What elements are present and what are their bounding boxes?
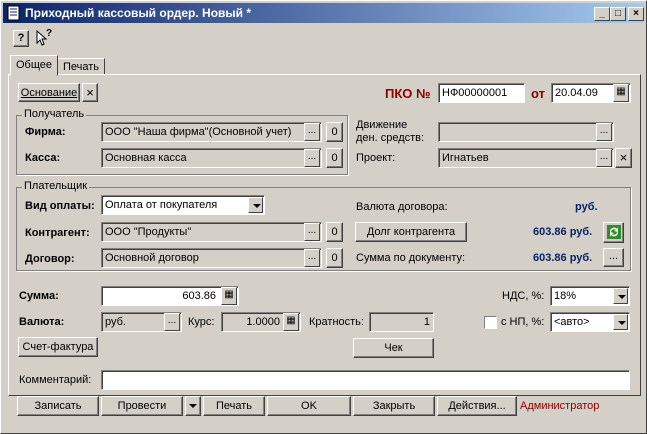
date-from-label: от (531, 86, 545, 101)
debt-value: 603.86 руб. (533, 226, 593, 238)
chevron-down-icon[interactable] (613, 314, 628, 330)
pko-label: ПКО № (385, 86, 431, 101)
counterparty-label: Контрагент: (25, 227, 90, 239)
contract-select-button[interactable]: ... (304, 249, 320, 267)
recipient-group-title: Получатель (22, 108, 87, 120)
payer-group-title: Плательщик (22, 180, 90, 192)
print-button[interactable]: Печать (203, 396, 265, 416)
paytype-select[interactable]: Оплата от покупателя (101, 195, 265, 215)
document-icon (7, 5, 20, 21)
minimize-button[interactable]: _ (594, 7, 610, 21)
firm-field[interactable]: ООО "Наша фирма"(Основной учет) ... (101, 122, 322, 142)
refresh-icon[interactable] (603, 222, 624, 243)
tab-general[interactable]: Общее (10, 55, 59, 76)
tab-print[interactable]: Печать (57, 58, 106, 75)
paytype-label: Вид оплаты: (25, 200, 95, 212)
document-window: Приходный кассовый ордер. Новый * _ □ × … (0, 0, 647, 434)
counterparty-open-button[interactable]: 0 (326, 222, 343, 242)
paytype-value: Оплата от покупателя (105, 199, 218, 211)
currency-field[interactable]: руб. ... (101, 312, 182, 332)
counterparty-select-button[interactable]: ... (304, 223, 320, 241)
cash-value: Основная касса (105, 152, 187, 164)
window-title: Приходный кассовый ордер. Новый * (25, 6, 252, 20)
cash-open-button[interactable]: 0 (326, 148, 343, 168)
counterparty-value: ООО "Продукты" (105, 226, 192, 238)
multiplicity-field[interactable]: 1 (369, 312, 434, 332)
rate-field[interactable]: 1.0000 ▦ (221, 312, 301, 332)
post-menu-button[interactable] (185, 396, 201, 416)
project-clear-button[interactable]: × (615, 148, 632, 168)
help-icon[interactable]: ? (13, 30, 29, 47)
chevron-down-icon[interactable] (613, 288, 628, 304)
currency-select-button[interactable]: ... (164, 313, 180, 331)
firm-select-button[interactable]: ... (304, 123, 320, 141)
firm-value: ООО "Наша фирма"(Основной учет) (105, 126, 292, 138)
sum-label: Сумма: (19, 290, 59, 302)
calendar-icon[interactable]: ▦ (613, 84, 629, 102)
pko-date-field[interactable]: 20.04.09 ▦ (551, 83, 631, 103)
comment-label: Комментарий: (19, 374, 92, 386)
doc-sum-label: Сумма по документу: (356, 252, 466, 264)
basis-button[interactable]: Основание (18, 83, 80, 102)
firm-open-button[interactable]: 0 (326, 122, 343, 142)
title-bar[interactable]: Приходный кассовый ордер. Новый * _ □ × (3, 3, 644, 23)
contract-label: Договор: (25, 253, 75, 265)
pko-date-value: 20.04.09 (555, 87, 598, 99)
firm-label: Фирма: (25, 126, 66, 138)
contract-currency-label: Валюта договора: (356, 201, 448, 213)
sales-tax-select[interactable]: <авто> (550, 312, 630, 332)
movement-field[interactable]: ... (438, 122, 614, 142)
multiplicity-label: Кратность: (309, 316, 364, 328)
close-window-button[interactable]: × (628, 7, 644, 21)
sales-tax-label: с НП, %: (501, 316, 545, 328)
counterparty-debt-button[interactable]: Долг контрагента (355, 222, 467, 242)
doc-sum-dots-button[interactable]: ... (603, 248, 624, 267)
check-button[interactable]: Чек (353, 338, 434, 358)
movement-label-line2: ден. средств: (356, 132, 425, 144)
current-user: Администратор (520, 400, 600, 412)
cash-label: Касса: (25, 152, 61, 164)
contract-currency-value: руб. (575, 201, 598, 213)
project-field[interactable]: Игнатьев ... (438, 148, 614, 168)
sum-field[interactable]: 603.86 ▦ (101, 286, 239, 306)
movement-label-line1: Движение (356, 119, 408, 131)
cash-field[interactable]: Основная касса ... (101, 148, 322, 168)
currency-value: руб. (105, 316, 126, 328)
whats-this-icon[interactable]: ? (35, 28, 53, 47)
sum-value: 603.86 (182, 290, 216, 302)
calculator-icon[interactable]: ▦ (221, 287, 237, 305)
contract-value: Основной договор (105, 252, 199, 264)
chevron-down-icon (189, 404, 197, 408)
cash-select-button[interactable]: ... (304, 149, 320, 167)
basis-clear-button[interactable]: × (82, 83, 98, 102)
ok-button[interactable]: OK (267, 396, 351, 416)
whats-this-label: ? (46, 28, 53, 39)
invoice-button[interactable]: Счет-фактура (18, 337, 98, 357)
chevron-down-icon[interactable] (248, 197, 263, 213)
currency-label: Валюта: (19, 316, 65, 328)
vat-select[interactable]: 18% (550, 286, 630, 306)
sales-tax-value: <авто> (554, 316, 590, 328)
project-value: Игнатьев (442, 152, 489, 164)
actions-button[interactable]: Действия... (437, 396, 517, 416)
vat-label: НДС, %: (502, 290, 545, 302)
pko-number-field[interactable]: НФ00000001 (438, 83, 525, 103)
project-label: Проект: (356, 152, 396, 164)
rate-label: Курс: (188, 316, 215, 328)
save-button[interactable]: Записать (17, 396, 99, 416)
vat-value: 18% (554, 290, 577, 302)
sales-tax-checkbox[interactable] (484, 316, 497, 329)
rate-value: 1.0000 (246, 316, 280, 328)
rate-calculator-icon[interactable]: ▦ (283, 313, 299, 331)
project-select-button[interactable]: ... (596, 149, 612, 167)
comment-field[interactable] (101, 370, 630, 390)
contract-open-button[interactable]: 0 (326, 248, 343, 268)
close-button[interactable]: Закрыть (353, 396, 435, 416)
post-button[interactable]: Провести (101, 396, 183, 416)
counterparty-field[interactable]: ООО "Продукты" ... (101, 222, 322, 242)
doc-sum-value: 603.86 руб. (533, 252, 593, 264)
contract-field[interactable]: Основной договор ... (101, 248, 322, 268)
movement-select-button[interactable]: ... (596, 123, 612, 141)
maximize-button[interactable]: □ (610, 7, 626, 21)
